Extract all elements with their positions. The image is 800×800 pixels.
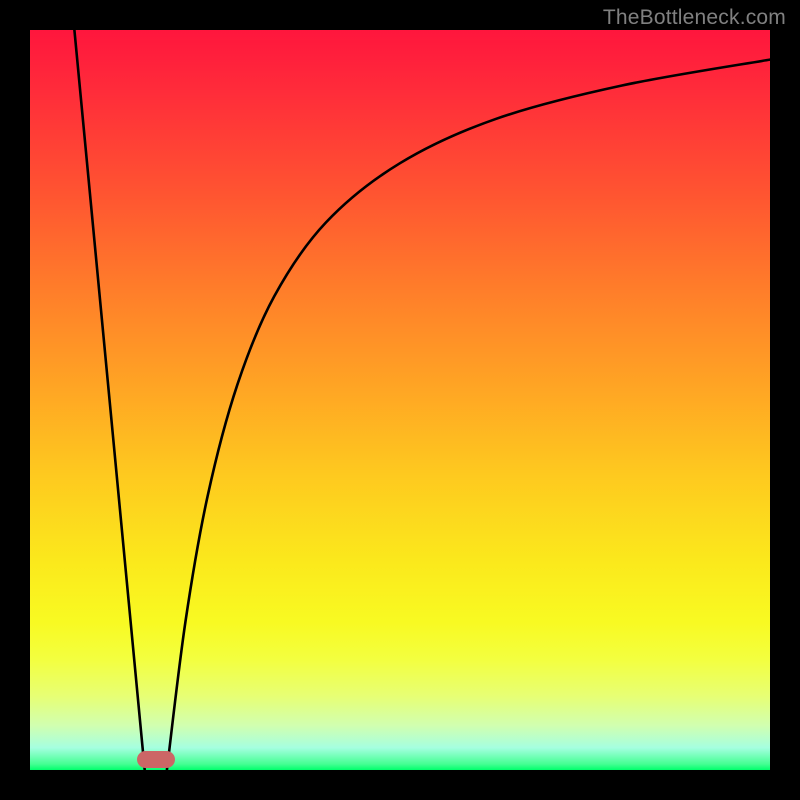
right-curve-path xyxy=(167,60,770,770)
watermark-text: TheBottleneck.com xyxy=(603,6,786,30)
left-line-path xyxy=(74,30,144,770)
bottleneck-chart: TheBottleneck.com xyxy=(0,0,800,800)
optimum-marker xyxy=(137,751,175,768)
plot-area xyxy=(30,30,770,770)
curve-layer xyxy=(30,30,770,770)
